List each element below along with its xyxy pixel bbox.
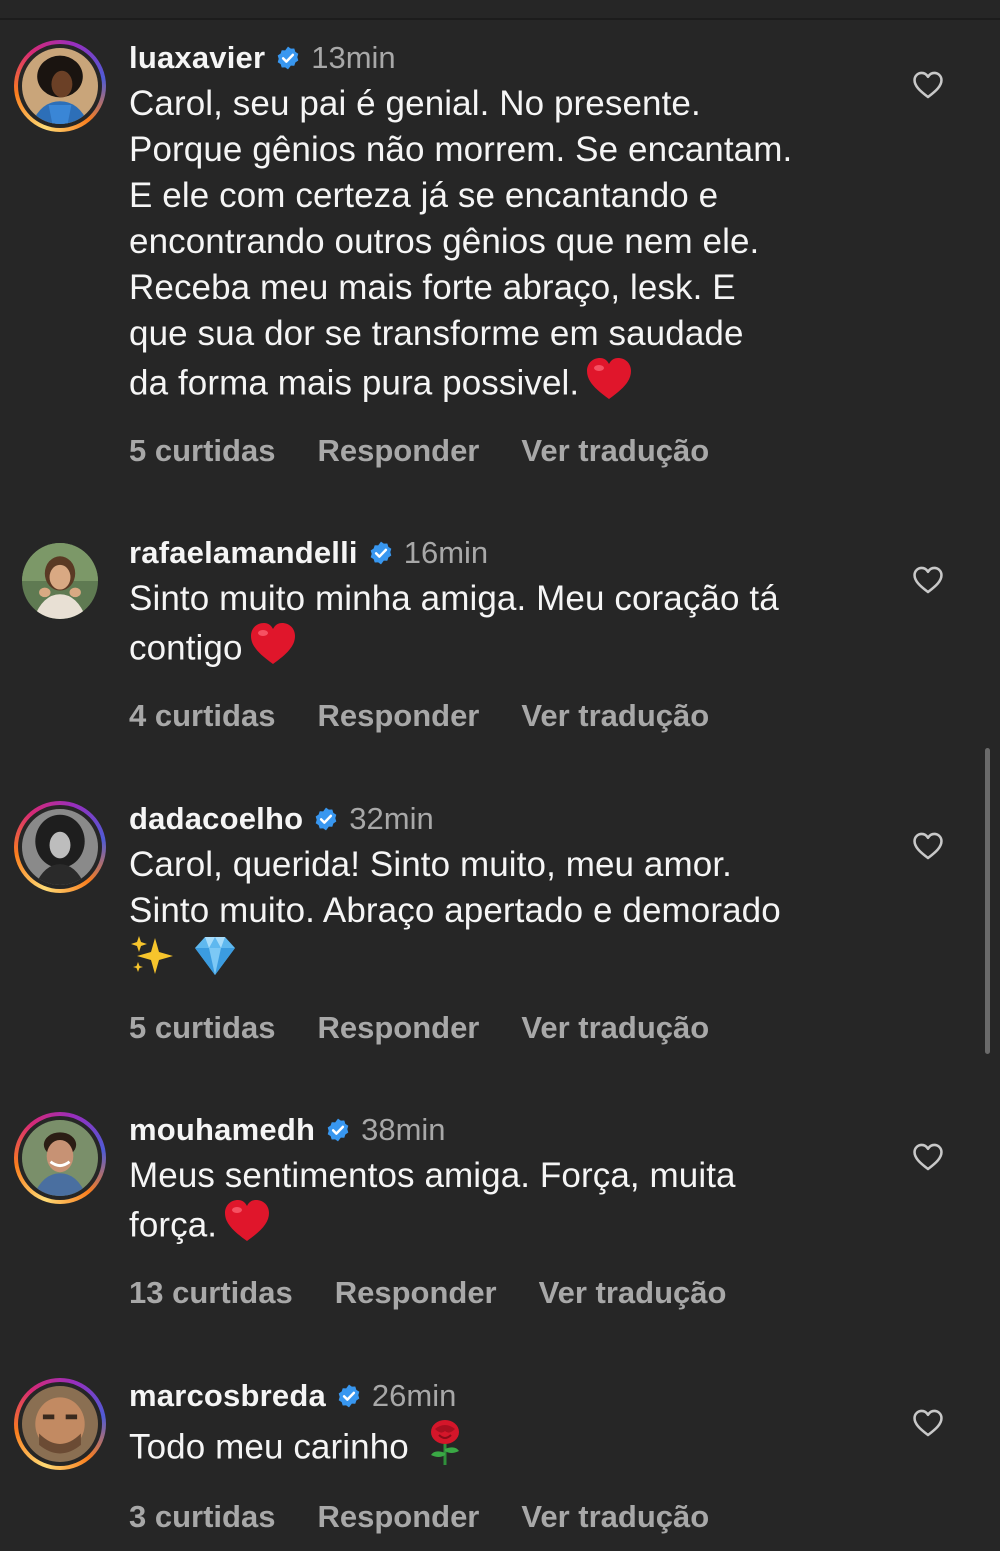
avatar-story-ring[interactable] xyxy=(14,1378,106,1470)
avatar-story-ring[interactable] xyxy=(14,1112,106,1204)
comment-text: Todo meu carinho xyxy=(129,1419,869,1479)
rose-icon xyxy=(423,1419,467,1479)
see-translation-button[interactable]: Ver tradução xyxy=(521,1010,709,1046)
avatar-photo xyxy=(22,543,98,619)
comment-text-line: Receba meu mais forte abraço, lesk. E xyxy=(129,268,736,307)
comment-text: Carol, seu pai é genial. No presente. Po… xyxy=(129,81,869,413)
like-heart-icon[interactable] xyxy=(910,1406,946,1440)
likes-count-button[interactable]: 5 curtidas xyxy=(129,433,275,469)
comment-header: dadacoelho 32min xyxy=(129,799,869,839)
comment-actions: 5 curtidas Responder Ver tradução xyxy=(129,429,869,473)
verified-badge-icon xyxy=(336,1383,362,1409)
comment-body: luaxavier 13min Carol, seu pai é genial.… xyxy=(129,38,869,473)
comment-body: dadacoelho 32min Carol, querida! Sinto m… xyxy=(129,799,869,1050)
comment-header: marcosbreda 26min xyxy=(129,1376,869,1416)
username[interactable]: rafaelamandelli xyxy=(129,535,358,571)
avatar xyxy=(22,1120,98,1196)
avatar xyxy=(22,543,98,619)
avatar-ring[interactable] xyxy=(14,535,106,627)
comment-time: 16min xyxy=(403,535,489,570)
top-divider xyxy=(0,18,1000,20)
comment-text-line: que sua dor se transforme em saudade xyxy=(129,314,744,353)
username[interactable]: luaxavier xyxy=(129,40,265,76)
comment-text: Meus sentimentos amiga. Força, muita for… xyxy=(129,1153,869,1255)
see-translation-button[interactable]: Ver tradução xyxy=(539,1275,727,1311)
see-translation-button[interactable]: Ver tradução xyxy=(521,1499,709,1535)
username[interactable]: mouhamedh xyxy=(129,1112,315,1148)
comment-body: rafaelamandelli 16min Sinto muito minha … xyxy=(129,533,869,738)
likes-count-button[interactable]: 5 curtidas xyxy=(129,1010,275,1046)
comment-header: mouhamedh 38min xyxy=(129,1110,869,1150)
comment-text-line: contigo xyxy=(129,628,243,668)
comment-text-line: Sinto muito. Abraço apertado e demorado xyxy=(129,891,781,930)
comment-actions: 5 curtidas Responder Ver tradução xyxy=(129,1006,869,1050)
username[interactable]: dadacoelho xyxy=(129,801,303,837)
comment-body: mouhamedh 38min Meus sentimentos amiga. … xyxy=(129,1110,869,1315)
avatar-story-ring[interactable] xyxy=(14,40,106,132)
avatar-story-ring[interactable] xyxy=(14,801,106,893)
comment-time: 38min xyxy=(361,1112,446,1147)
comment-body: marcosbreda 26min Todo meu carinho 3 cur… xyxy=(129,1376,869,1539)
like-heart-icon[interactable] xyxy=(910,829,946,863)
see-translation-button[interactable]: Ver tradução xyxy=(521,433,709,469)
comment-text-line: da forma mais pura possivel. xyxy=(129,363,580,403)
comment-text-line: Meus sentimentos amiga. Força, muita xyxy=(129,1156,736,1195)
comment-actions: 3 curtidas Responder Ver tradução xyxy=(129,1495,869,1539)
red-heart-icon xyxy=(223,1199,271,1255)
like-heart-icon[interactable] xyxy=(910,68,946,102)
comment-time: 32min xyxy=(349,801,434,836)
comment-header: rafaelamandelli 16min xyxy=(129,533,869,573)
likes-count-button[interactable]: 13 curtidas xyxy=(129,1275,293,1311)
comment-text-line: E ele com certeza já se encantando e xyxy=(129,176,719,215)
verified-badge-icon xyxy=(325,1117,351,1143)
avatar-photo xyxy=(22,809,98,885)
reply-button[interactable]: Responder xyxy=(317,1499,479,1535)
comment-text-line: Sinto muito minha amiga. Meu coração tá xyxy=(129,579,779,618)
avatar xyxy=(22,48,98,124)
reply-button[interactable]: Responder xyxy=(335,1275,497,1311)
likes-count-button[interactable]: 4 curtidas xyxy=(129,698,275,734)
avatar-photo xyxy=(22,1120,98,1196)
comment-text-line: força. xyxy=(129,1205,218,1245)
avatar xyxy=(22,1386,98,1462)
scrollbar[interactable] xyxy=(985,748,990,1054)
reply-button[interactable]: Responder xyxy=(317,1010,479,1046)
red-heart-icon xyxy=(585,357,633,413)
comment-actions: 4 curtidas Responder Ver tradução xyxy=(129,694,869,738)
comment-text-line: Carol, querida! Sinto muito, meu amor. xyxy=(129,845,732,884)
verified-badge-icon xyxy=(368,540,394,566)
comment-text-line: Todo meu carinho xyxy=(129,1427,409,1467)
comment-text-line: Porque gênios não morrem. Se encantam. xyxy=(129,130,793,169)
like-heart-icon[interactable] xyxy=(910,1140,946,1174)
comment-actions: 13 curtidas Responder Ver tradução xyxy=(129,1271,869,1315)
avatar-photo xyxy=(22,1386,98,1462)
comment-time: 26min xyxy=(371,1378,457,1413)
sparkles-icon xyxy=(129,934,175,990)
gem-icon xyxy=(191,934,239,990)
comment-text-line: Carol, seu pai é genial. No presente. xyxy=(129,84,701,123)
comment-text-line: encontrando outros gênios que nem ele. xyxy=(129,222,760,261)
reply-button[interactable]: Responder xyxy=(317,433,479,469)
like-heart-icon[interactable] xyxy=(910,563,946,597)
comment-text: Sinto muito minha amiga. Meu coração tá … xyxy=(129,576,869,678)
comment-time: 13min xyxy=(311,40,396,75)
username[interactable]: marcosbreda xyxy=(129,1378,326,1414)
reply-button[interactable]: Responder xyxy=(317,698,479,734)
verified-badge-icon xyxy=(313,806,339,832)
verified-badge-icon xyxy=(275,45,301,71)
avatar-photo xyxy=(22,48,98,124)
red-heart-icon xyxy=(249,622,297,678)
avatar xyxy=(22,809,98,885)
comment-text: Carol, querida! Sinto muito, meu amor. S… xyxy=(129,842,869,990)
likes-count-button[interactable]: 3 curtidas xyxy=(129,1499,275,1535)
comment-header: luaxavier 13min xyxy=(129,38,869,78)
see-translation-button[interactable]: Ver tradução xyxy=(521,698,709,734)
